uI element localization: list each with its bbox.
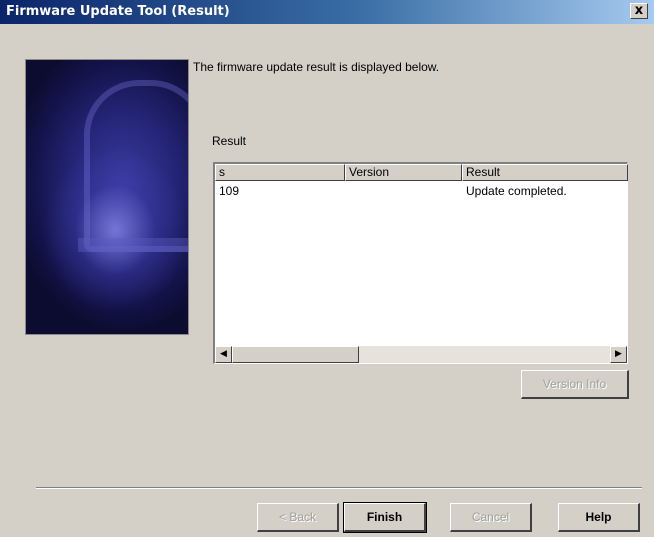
version-info-button[interactable]: Version Info (521, 370, 629, 399)
image-floor-shape (78, 238, 188, 252)
cell-s: 109 (219, 184, 240, 198)
table-row[interactable]: 109 Update completed. (215, 183, 627, 199)
intro-text: The firmware update result is displayed … (193, 60, 440, 74)
list-header: s Version Result (215, 164, 628, 181)
finish-button[interactable]: Finish (343, 502, 427, 533)
column-header-version[interactable]: Version (345, 164, 462, 181)
back-button[interactable]: < Back (257, 503, 339, 532)
scroll-right-button[interactable]: ▶ (610, 346, 627, 363)
horizontal-scrollbar[interactable]: ◀ ▶ (215, 346, 627, 363)
result-list[interactable]: s Version Result 109 Update completed. ◀… (213, 162, 628, 364)
column-header-s[interactable]: s (215, 164, 345, 181)
wizard-side-image (25, 59, 189, 335)
scroll-left-button[interactable]: ◀ (215, 346, 232, 363)
column-header-result[interactable]: Result (462, 164, 628, 181)
result-label: Result (212, 134, 247, 148)
arrow-right-icon: ▶ (615, 349, 622, 359)
footer-separator (36, 487, 642, 489)
window-title: Firmware Update Tool (Result) (6, 4, 230, 19)
help-button[interactable]: Help (558, 503, 640, 532)
arrow-left-icon: ◀ (220, 349, 227, 359)
close-icon: x (634, 3, 644, 18)
close-button[interactable]: x (630, 3, 648, 19)
cancel-button[interactable]: Cancel (450, 503, 532, 532)
title-bar: Firmware Update Tool (Result) x (0, 0, 654, 24)
scrollbar-thumb[interactable] (232, 346, 359, 363)
image-arch-shape (84, 80, 188, 252)
cell-result: Update completed. (466, 184, 567, 198)
